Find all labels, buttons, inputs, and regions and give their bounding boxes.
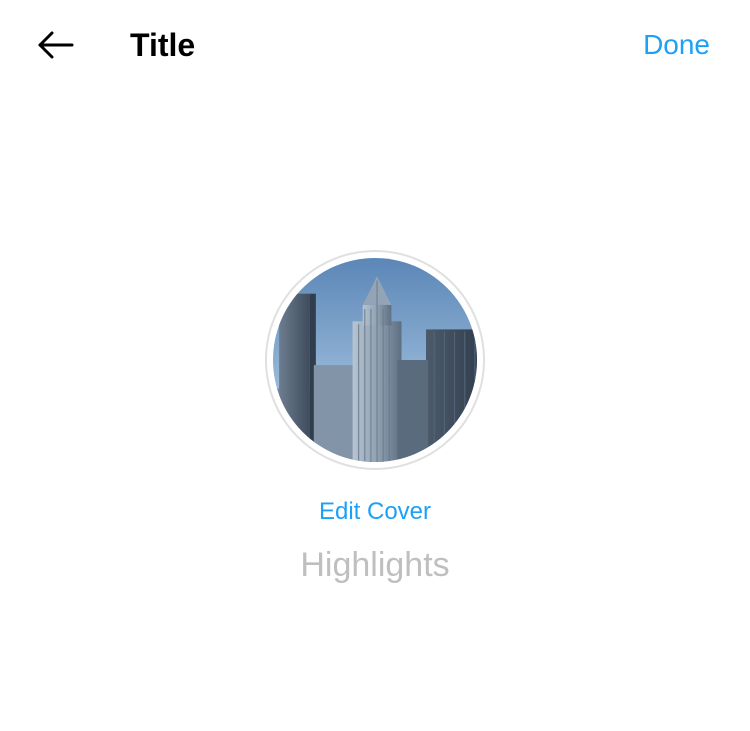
cover-image xyxy=(273,258,477,462)
done-button[interactable]: Done xyxy=(643,29,720,61)
edit-cover-button[interactable]: Edit Cover xyxy=(319,498,431,526)
city-skyscrapers-icon xyxy=(273,258,477,462)
highlight-title-input[interactable] xyxy=(175,546,575,585)
main-content: Edit Cover xyxy=(0,90,750,585)
back-arrow-icon xyxy=(34,24,76,66)
page-title: Title xyxy=(130,27,195,64)
header: Title Done xyxy=(0,0,750,90)
cover-image-control[interactable] xyxy=(265,250,485,470)
back-button[interactable] xyxy=(30,20,80,70)
